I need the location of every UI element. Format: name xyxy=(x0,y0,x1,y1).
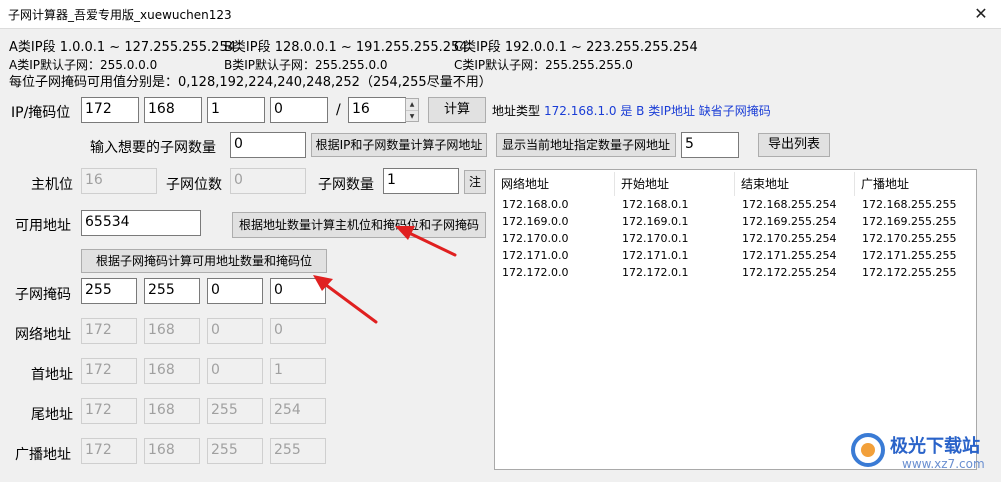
column-header-end[interactable]: 结束地址 xyxy=(735,172,855,196)
first-octet-2: 168 xyxy=(144,358,200,384)
subnet-count-label: 输入想要的子网数量 xyxy=(90,140,216,156)
table-row[interactable]: 172.168.0.0 172.168.0.1 172.168.255.254 … xyxy=(495,198,976,215)
close-icon[interactable]: ✕ xyxy=(966,3,996,25)
last-address-label: 尾地址 xyxy=(31,407,73,423)
window-title: 子网计算器_吾爱专用版_xuewuchen123 xyxy=(8,8,232,22)
watermark: 极光下载站 www.xz7.com xyxy=(850,430,1000,480)
cell-start: 172.169.0.1 xyxy=(622,215,689,228)
network-address-label: 网络地址 xyxy=(15,327,71,343)
calc-by-mask-button[interactable]: 根据子网掩码计算可用地址数量和掩码位 xyxy=(81,249,327,273)
mask-octet-1-input[interactable]: 255 xyxy=(81,278,137,304)
mask-octet-3-input[interactable]: 0 xyxy=(207,278,263,304)
watermark-url: www.xz7.com xyxy=(902,457,985,471)
info-mask-values: 每位子网掩码可用值分别是：0,128,192,224,240,248,252（2… xyxy=(9,75,492,90)
cell-broadcast: 172.169.255.255 xyxy=(862,215,957,228)
watermark-logo-icon xyxy=(851,433,885,467)
spin-up-icon[interactable]: ▲ xyxy=(406,99,418,111)
cell-network: 172.171.0.0 xyxy=(502,249,569,262)
first-address-label: 首地址 xyxy=(31,367,73,383)
ip-octet-4-input[interactable]: 0 xyxy=(270,97,328,123)
calculate-button[interactable]: 计算 xyxy=(428,97,486,123)
last-octet-3: 255 xyxy=(207,398,263,424)
subnet-list-view[interactable]: 网络地址 开始地址 结束地址 广播地址 172.168.0.0 172.168.… xyxy=(494,169,977,470)
subnet-count-input[interactable]: 0 xyxy=(230,132,306,158)
network-octet-3: 0 xyxy=(207,318,263,344)
prefix-spinner[interactable]: ▲ ▼ xyxy=(405,98,419,122)
address-type-value: 172.168.1.0 是 B 类IP地址 缺省子网掩码 xyxy=(544,104,771,118)
cell-network: 172.170.0.0 xyxy=(502,232,569,245)
cell-network: 172.172.0.0 xyxy=(502,266,569,279)
network-octet-2: 168 xyxy=(144,318,200,344)
show-count-input[interactable]: 5 xyxy=(681,132,739,158)
broadcast-octet-2: 168 xyxy=(144,438,200,464)
broadcast-octet-1: 172 xyxy=(81,438,137,464)
cell-start: 172.172.0.1 xyxy=(622,266,689,279)
cell-end: 172.168.255.254 xyxy=(742,198,837,211)
info-class-b-range: B类IP段 128.0.0.1 ~ 191.255.255.254 xyxy=(224,40,468,55)
column-header-network[interactable]: 网络地址 xyxy=(495,172,615,196)
ip-mask-label: IP/掩码位 xyxy=(11,105,71,121)
table-row[interactable]: 172.170.0.0 172.170.0.1 172.170.255.254 … xyxy=(495,232,976,249)
ip-octet-1-input[interactable]: 172 xyxy=(81,97,139,123)
cell-start: 172.171.0.1 xyxy=(622,249,689,262)
spin-down-icon[interactable]: ▼ xyxy=(406,111,418,122)
subnet-number-field[interactable]: 1 xyxy=(383,168,459,194)
broadcast-octet-4: 255 xyxy=(270,438,326,464)
cell-broadcast: 172.168.255.255 xyxy=(862,198,957,211)
usable-addresses-input[interactable]: 65534 xyxy=(81,210,201,236)
table-row[interactable]: 172.172.0.0 172.172.0.1 172.172.255.254 … xyxy=(495,266,976,283)
column-header-broadcast[interactable]: 广播地址 xyxy=(855,172,976,196)
show-subnets-button[interactable]: 显示当前地址指定数量子网地址 xyxy=(496,133,676,157)
cell-end: 172.169.255.254 xyxy=(742,215,837,228)
calc-by-ip-and-count-button[interactable]: 根据IP和子网数量计算子网地址 xyxy=(311,133,487,157)
prefix-length-input[interactable]: 16 xyxy=(348,97,406,123)
cell-end: 172.172.255.254 xyxy=(742,266,837,279)
cell-network: 172.168.0.0 xyxy=(502,198,569,211)
mask-octet-2-input[interactable]: 255 xyxy=(144,278,200,304)
host-bits-field: 16 xyxy=(81,168,157,194)
slash-separator: / xyxy=(336,102,341,118)
cell-end: 172.170.255.254 xyxy=(742,232,837,245)
calc-host-bits-button[interactable]: 根据地址数量计算主机位和掩码位和子网掩码 xyxy=(232,212,486,238)
subnet-bits-label: 子网位数 xyxy=(166,177,222,193)
last-octet-2: 168 xyxy=(144,398,200,424)
broadcast-octet-3: 255 xyxy=(207,438,263,464)
column-header-start[interactable]: 开始地址 xyxy=(615,172,735,196)
table-row[interactable]: 172.169.0.0 172.169.0.1 172.169.255.254 … xyxy=(495,215,976,232)
first-octet-3: 0 xyxy=(207,358,263,384)
arrow-to-calc-mask-button xyxy=(320,280,378,324)
last-octet-1: 172 xyxy=(81,398,137,424)
ip-octet-3-input[interactable]: 1 xyxy=(207,97,265,123)
network-octet-4: 0 xyxy=(270,318,326,344)
first-octet-1: 172 xyxy=(81,358,137,384)
subnet-mask-label: 子网掩码 xyxy=(15,287,71,303)
ip-octet-2-input[interactable]: 168 xyxy=(144,97,202,123)
subnet-number-label: 子网数量 xyxy=(318,177,374,193)
watermark-brand: 极光下载站 xyxy=(890,436,980,457)
cell-network: 172.169.0.0 xyxy=(502,215,569,228)
host-bits-label: 主机位 xyxy=(31,177,73,193)
network-octet-1: 172 xyxy=(81,318,137,344)
export-list-button[interactable]: 导出列表 xyxy=(758,133,830,157)
address-type-label: 地址类型 xyxy=(492,104,541,118)
cell-broadcast: 172.171.255.255 xyxy=(862,249,957,262)
mask-octet-4-input[interactable]: 0 xyxy=(270,278,326,304)
cell-end: 172.171.255.254 xyxy=(742,249,837,262)
info-class-c-range: C类IP段 192.0.0.1 ~ 223.255.255.254 xyxy=(454,40,698,55)
last-octet-4: 254 xyxy=(270,398,326,424)
info-class-a-range: A类IP段 1.0.0.1 ~ 127.255.255.254 xyxy=(9,40,236,55)
cell-broadcast: 172.170.255.255 xyxy=(862,232,957,245)
first-octet-4: 1 xyxy=(270,358,326,384)
usable-addresses-label: 可用地址 xyxy=(15,218,71,234)
table-row[interactable]: 172.171.0.0 172.171.0.1 172.171.255.254 … xyxy=(495,249,976,266)
broadcast-address-label: 广播地址 xyxy=(15,447,71,463)
cell-broadcast: 172.172.255.255 xyxy=(862,266,957,279)
cell-start: 172.168.0.1 xyxy=(622,198,689,211)
subnet-bits-field: 0 xyxy=(230,168,306,194)
cell-start: 172.170.0.1 xyxy=(622,232,689,245)
note-button[interactable]: 注 xyxy=(464,170,486,194)
